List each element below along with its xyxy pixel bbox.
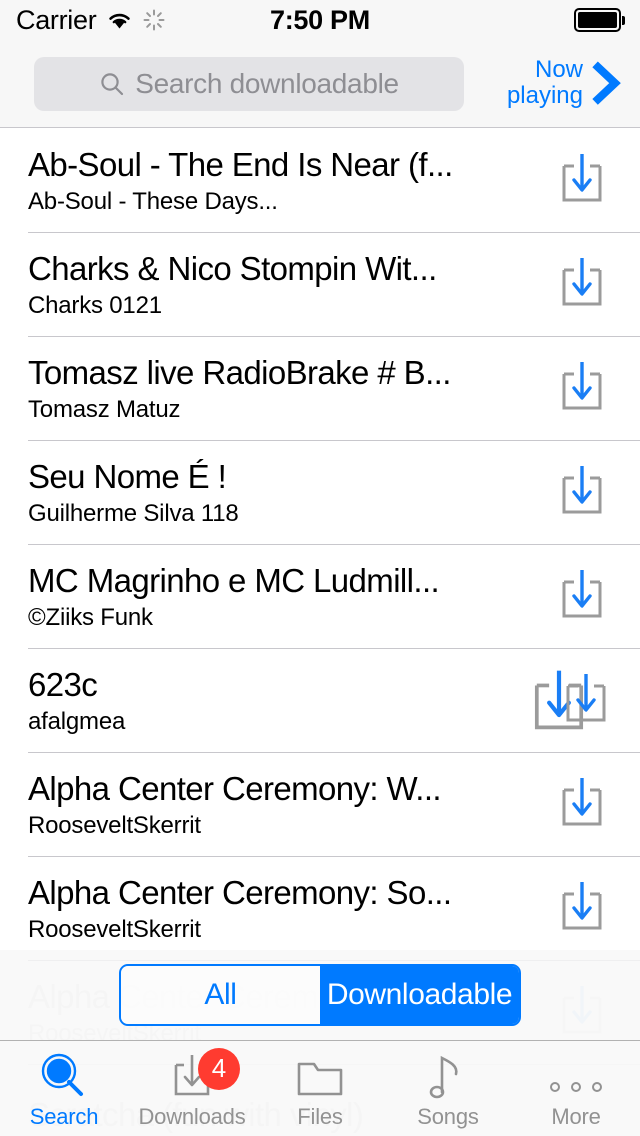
download-icon — [562, 882, 602, 930]
tab-label: Songs — [417, 1103, 479, 1129]
table-row[interactable]: Ab-Soul - The End Is Near (f... Ab-Soul … — [0, 129, 640, 233]
row-subtitle: Tomasz Matuz — [28, 396, 181, 424]
app-root: Carrier 7:50 PM Search downloadable Now … — [0, 0, 640, 1136]
row-title: Tomasz live RadioBrake # B... — [28, 353, 451, 391]
row-subtitle: RooseveltSkerrit — [28, 812, 201, 840]
row-text-group: Alpha Center Ceremony: W... RooseveltSke… — [28, 770, 518, 840]
search-icon — [99, 71, 125, 97]
download-button[interactable] — [552, 360, 612, 418]
row-title: Alpha Center Ceremony: So... — [28, 873, 452, 911]
download-button[interactable] — [552, 776, 612, 834]
segmented-control[interactable]: All Downloadable — [119, 964, 521, 1026]
tab-label: Search — [29, 1103, 99, 1129]
segment-all[interactable]: All — [121, 966, 320, 1024]
row-title: 623c — [28, 665, 98, 703]
segment-downloadable[interactable]: Downloadable — [320, 966, 519, 1024]
table-row[interactable]: Charks & Nico Stompin Wit... Charks 0121 — [0, 233, 640, 337]
download-icon — [562, 362, 602, 410]
search-input[interactable]: Search downloadable — [34, 57, 464, 111]
row-text-group: Charks & Nico Stompin Wit... Charks 0121 — [28, 250, 518, 320]
row-title: Charks & Nico Stompin Wit... — [28, 249, 437, 287]
chevron-right-icon — [590, 60, 624, 108]
folder-icon — [294, 1052, 346, 1102]
tab-songs[interactable]: Songs — [384, 1041, 512, 1136]
now-playing-button[interactable]: Now playing — [506, 55, 624, 111]
download-icon — [562, 570, 602, 618]
table-row[interactable]: Seu Nome É ! Guilherme Silva 118 — [0, 441, 640, 545]
search-header: Search downloadable Now playing — [0, 40, 640, 128]
tab-bar: Search 4 Downloads Files Songs More — [0, 1040, 640, 1136]
download-button[interactable] — [552, 464, 612, 522]
download-icon — [562, 258, 602, 306]
download-icon: 4 — [167, 1047, 240, 1102]
row-subtitle: afalgmea — [28, 708, 126, 736]
now-playing-label: Now playing — [506, 55, 583, 111]
now-playing-line1: Now — [534, 55, 583, 83]
search-icon — [39, 1052, 89, 1102]
row-text-group: Alpha Center Ceremony: So... RooseveltSk… — [28, 874, 518, 944]
download-icon — [562, 466, 602, 514]
tab-downloads[interactable]: 4 Downloads — [128, 1041, 256, 1136]
row-text-group: 623c afalgmea — [28, 666, 518, 736]
tab-more[interactable]: More — [512, 1041, 640, 1136]
search-placeholder: Search downloadable — [135, 68, 399, 99]
download-icon — [562, 154, 602, 202]
row-title: Seu Nome É ! — [28, 457, 227, 495]
download-button[interactable] — [552, 880, 612, 938]
download-icon — [562, 778, 602, 826]
clock-label: 7:50 PM — [270, 4, 370, 35]
row-text-group: MC Magrinho e MC Ludmill... ©Ziiks Funk — [28, 562, 518, 632]
row-title: MC Magrinho e MC Ludmill... — [28, 561, 440, 599]
download-icon — [566, 674, 606, 722]
row-subtitle: Ab-Soul - These Days... — [28, 188, 278, 216]
ellipsis-dot — [571, 1081, 581, 1092]
tab-files[interactable]: Files — [256, 1041, 384, 1136]
tab-label: More — [551, 1103, 601, 1129]
row-subtitle: Charks 0121 — [28, 292, 162, 320]
row-title: Alpha Center Ceremony: W... — [28, 769, 442, 807]
tab-label: Downloads — [138, 1103, 246, 1129]
download-button[interactable] — [552, 256, 612, 314]
status-bar: Carrier 7:50 PM — [0, 0, 640, 40]
row-text-group: Tomasz live RadioBrake # B... Tomasz Mat… — [28, 354, 518, 424]
now-playing-line2: playing — [506, 82, 583, 110]
row-subtitle: Guilherme Silva 118 — [28, 500, 239, 528]
music-note-icon — [428, 1052, 468, 1102]
row-subtitle: RooseveltSkerrit — [28, 916, 201, 944]
row-text-group: Seu Nome É ! Guilherme Silva 118 — [28, 458, 518, 528]
table-row[interactable]: Tomasz live RadioBrake # B... Tomasz Mat… — [0, 337, 640, 441]
battery-full-icon — [574, 8, 626, 32]
ellipsis-dot — [592, 1081, 602, 1092]
download-button[interactable] — [556, 672, 616, 730]
ellipsis-icon — [550, 1052, 602, 1102]
badge-count: 4 — [198, 1047, 240, 1090]
download-button[interactable] — [552, 152, 612, 210]
table-row[interactable]: MC Magrinho e MC Ludmill... ©Ziiks Funk — [0, 545, 640, 649]
download-button[interactable] — [552, 568, 612, 626]
ellipsis-dot — [550, 1081, 560, 1092]
table-row[interactable]: Alpha Center Ceremony: So... RooseveltSk… — [0, 857, 640, 961]
filter-bar: All Downloadable — [0, 950, 640, 1040]
table-row[interactable]: 623c afalgmea — [0, 649, 640, 753]
row-text-group: Ab-Soul - The End Is Near (f... Ab-Soul … — [28, 146, 518, 216]
row-title: Ab-Soul - The End Is Near (f... — [28, 145, 453, 183]
tab-label: Files — [297, 1103, 343, 1129]
tab-search[interactable]: Search — [0, 1041, 128, 1136]
row-subtitle: ©Ziiks Funk — [28, 604, 153, 632]
table-row[interactable]: Alpha Center Ceremony: W... RooseveltSke… — [0, 753, 640, 857]
